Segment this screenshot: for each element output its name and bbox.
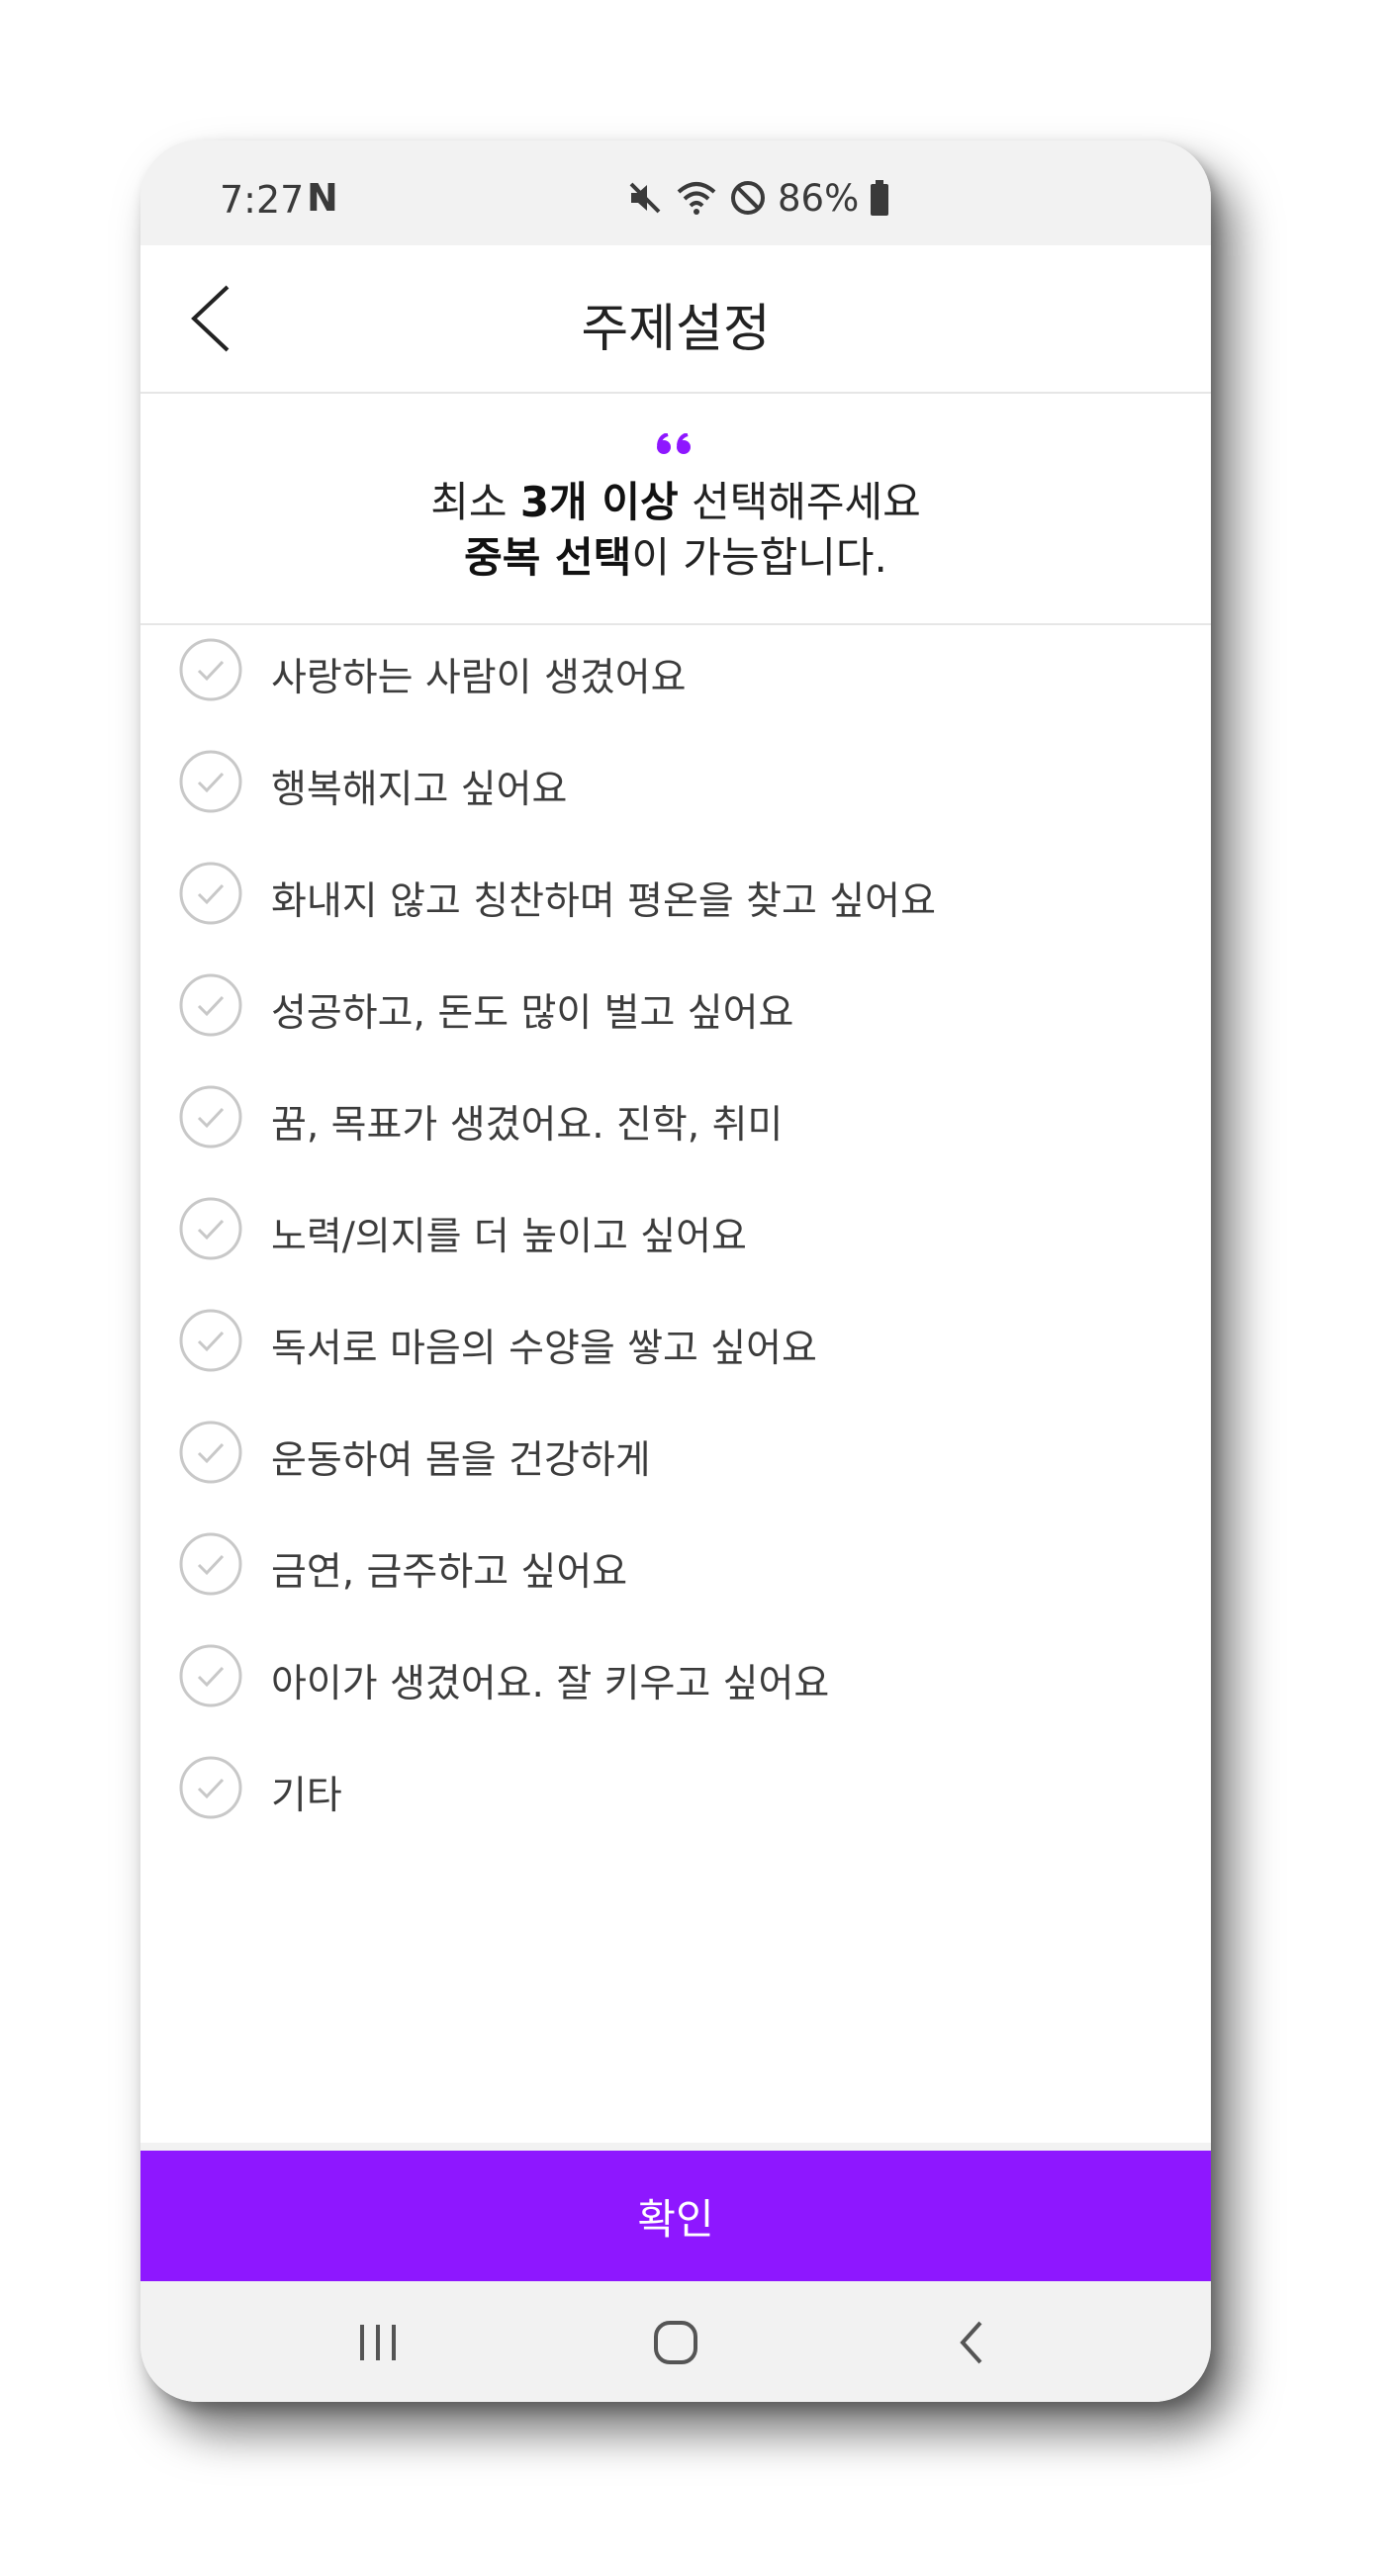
- status-icons: 86%: [625, 176, 890, 220]
- do-not-disturb-icon: [731, 181, 765, 215]
- status-time: 7:27: [220, 178, 305, 222]
- topic-label: 사랑하는 사람이 생겼어요: [271, 656, 687, 700]
- check-circle-icon[interactable]: [178, 1755, 243, 1820]
- topic-item[interactable]: 금연, 금주하고 싶어요: [140, 1519, 1211, 1609]
- check-circle-icon[interactable]: [178, 749, 243, 814]
- check-circle-icon[interactable]: [178, 1531, 243, 1597]
- check-circle-icon[interactable]: [178, 1308, 243, 1373]
- topic-item[interactable]: 사랑하는 사람이 생겼어요: [140, 625, 1211, 714]
- topic-list: 사랑하는 사람이 생겼어요 행복해지고 싶어요 화내지 않고 칭찬하며 평온을 …: [140, 625, 1211, 2143]
- quote-icon: [657, 433, 691, 454]
- instruction-line-2: 중복 선택이 가능합니다.: [464, 533, 887, 582]
- topic-label: 독서로 마음의 수양을 쌓고 싶어요: [271, 1327, 817, 1371]
- check-circle-icon[interactable]: [178, 1643, 243, 1708]
- topic-label: 노력/의지를 더 높이고 싶어요: [271, 1215, 747, 1259]
- topic-item[interactable]: 독서로 마음의 수양을 쌓고 싶어요: [140, 1296, 1211, 1385]
- page-title: 주제설정: [581, 300, 771, 359]
- topic-item[interactable]: 기타: [140, 1743, 1211, 1832]
- home-icon[interactable]: [646, 2315, 705, 2370]
- confirm-button[interactable]: 확인: [140, 2151, 1211, 2281]
- topic-label: 행복해지고 싶어요: [271, 768, 568, 812]
- topic-item[interactable]: 운동하여 몸을 건강하게: [140, 1408, 1211, 1497]
- battery-percent: 86%: [778, 176, 860, 220]
- topic-label: 금연, 금주하고 싶어요: [271, 1550, 628, 1595]
- topic-item[interactable]: 노력/의지를 더 높이고 싶어요: [140, 1184, 1211, 1273]
- topic-item[interactable]: 화내지 않고 칭찬하며 평온을 찾고 싶어요: [140, 849, 1211, 938]
- battery-icon: [871, 180, 889, 216]
- netflix-logo-icon: N: [307, 176, 338, 220]
- check-circle-icon[interactable]: [178, 972, 243, 1038]
- topic-label: 아이가 생겼어요. 잘 키우고 싶어요: [271, 1662, 830, 1706]
- instruction-block: 최소 3개 이상 선택해주세요 중복 선택이 가능합니다.: [140, 394, 1211, 625]
- instruction-line-1: 최소 3개 이상 선택해주세요: [430, 478, 921, 526]
- check-circle-icon[interactable]: [178, 1084, 243, 1150]
- check-circle-icon[interactable]: [178, 1420, 243, 1485]
- recent-apps-icon[interactable]: [348, 2315, 408, 2370]
- check-circle-icon[interactable]: [178, 637, 243, 702]
- topic-label: 화내지 않고 칭찬하며 평온을 찾고 싶어요: [271, 879, 936, 924]
- topic-label: 꿈, 목표가 생겼어요. 진학, 취미: [271, 1103, 784, 1148]
- topic-item[interactable]: 성공하고, 돈도 많이 벌고 싶어요: [140, 961, 1211, 1050]
- topic-label: 운동하여 몸을 건강하게: [271, 1438, 651, 1483]
- topic-item[interactable]: 행복해지고 싶어요: [140, 737, 1211, 826]
- wifi-icon: [677, 182, 716, 215]
- topic-item[interactable]: 꿈, 목표가 생겼어요. 진학, 취미: [140, 1072, 1211, 1161]
- topic-item[interactable]: 아이가 생겼어요. 잘 키우고 싶어요: [140, 1631, 1211, 1720]
- phone-frame: 7:27 N 86% 주제설정 최소 3개 이상 선택해주세요 중복 선택이 가…: [140, 140, 1211, 2402]
- system-nav-bar: [140, 2281, 1211, 2402]
- status-bar: 7:27 N 86%: [140, 140, 1211, 245]
- check-circle-icon[interactable]: [178, 1196, 243, 1261]
- back-nav-icon[interactable]: [943, 2315, 1002, 2370]
- mute-icon: [629, 182, 661, 214]
- app-header: 주제설정: [140, 245, 1211, 394]
- topic-label: 성공하고, 돈도 많이 벌고 싶어요: [271, 991, 794, 1036]
- check-circle-icon[interactable]: [178, 861, 243, 926]
- topic-label: 기타: [271, 1774, 342, 1818]
